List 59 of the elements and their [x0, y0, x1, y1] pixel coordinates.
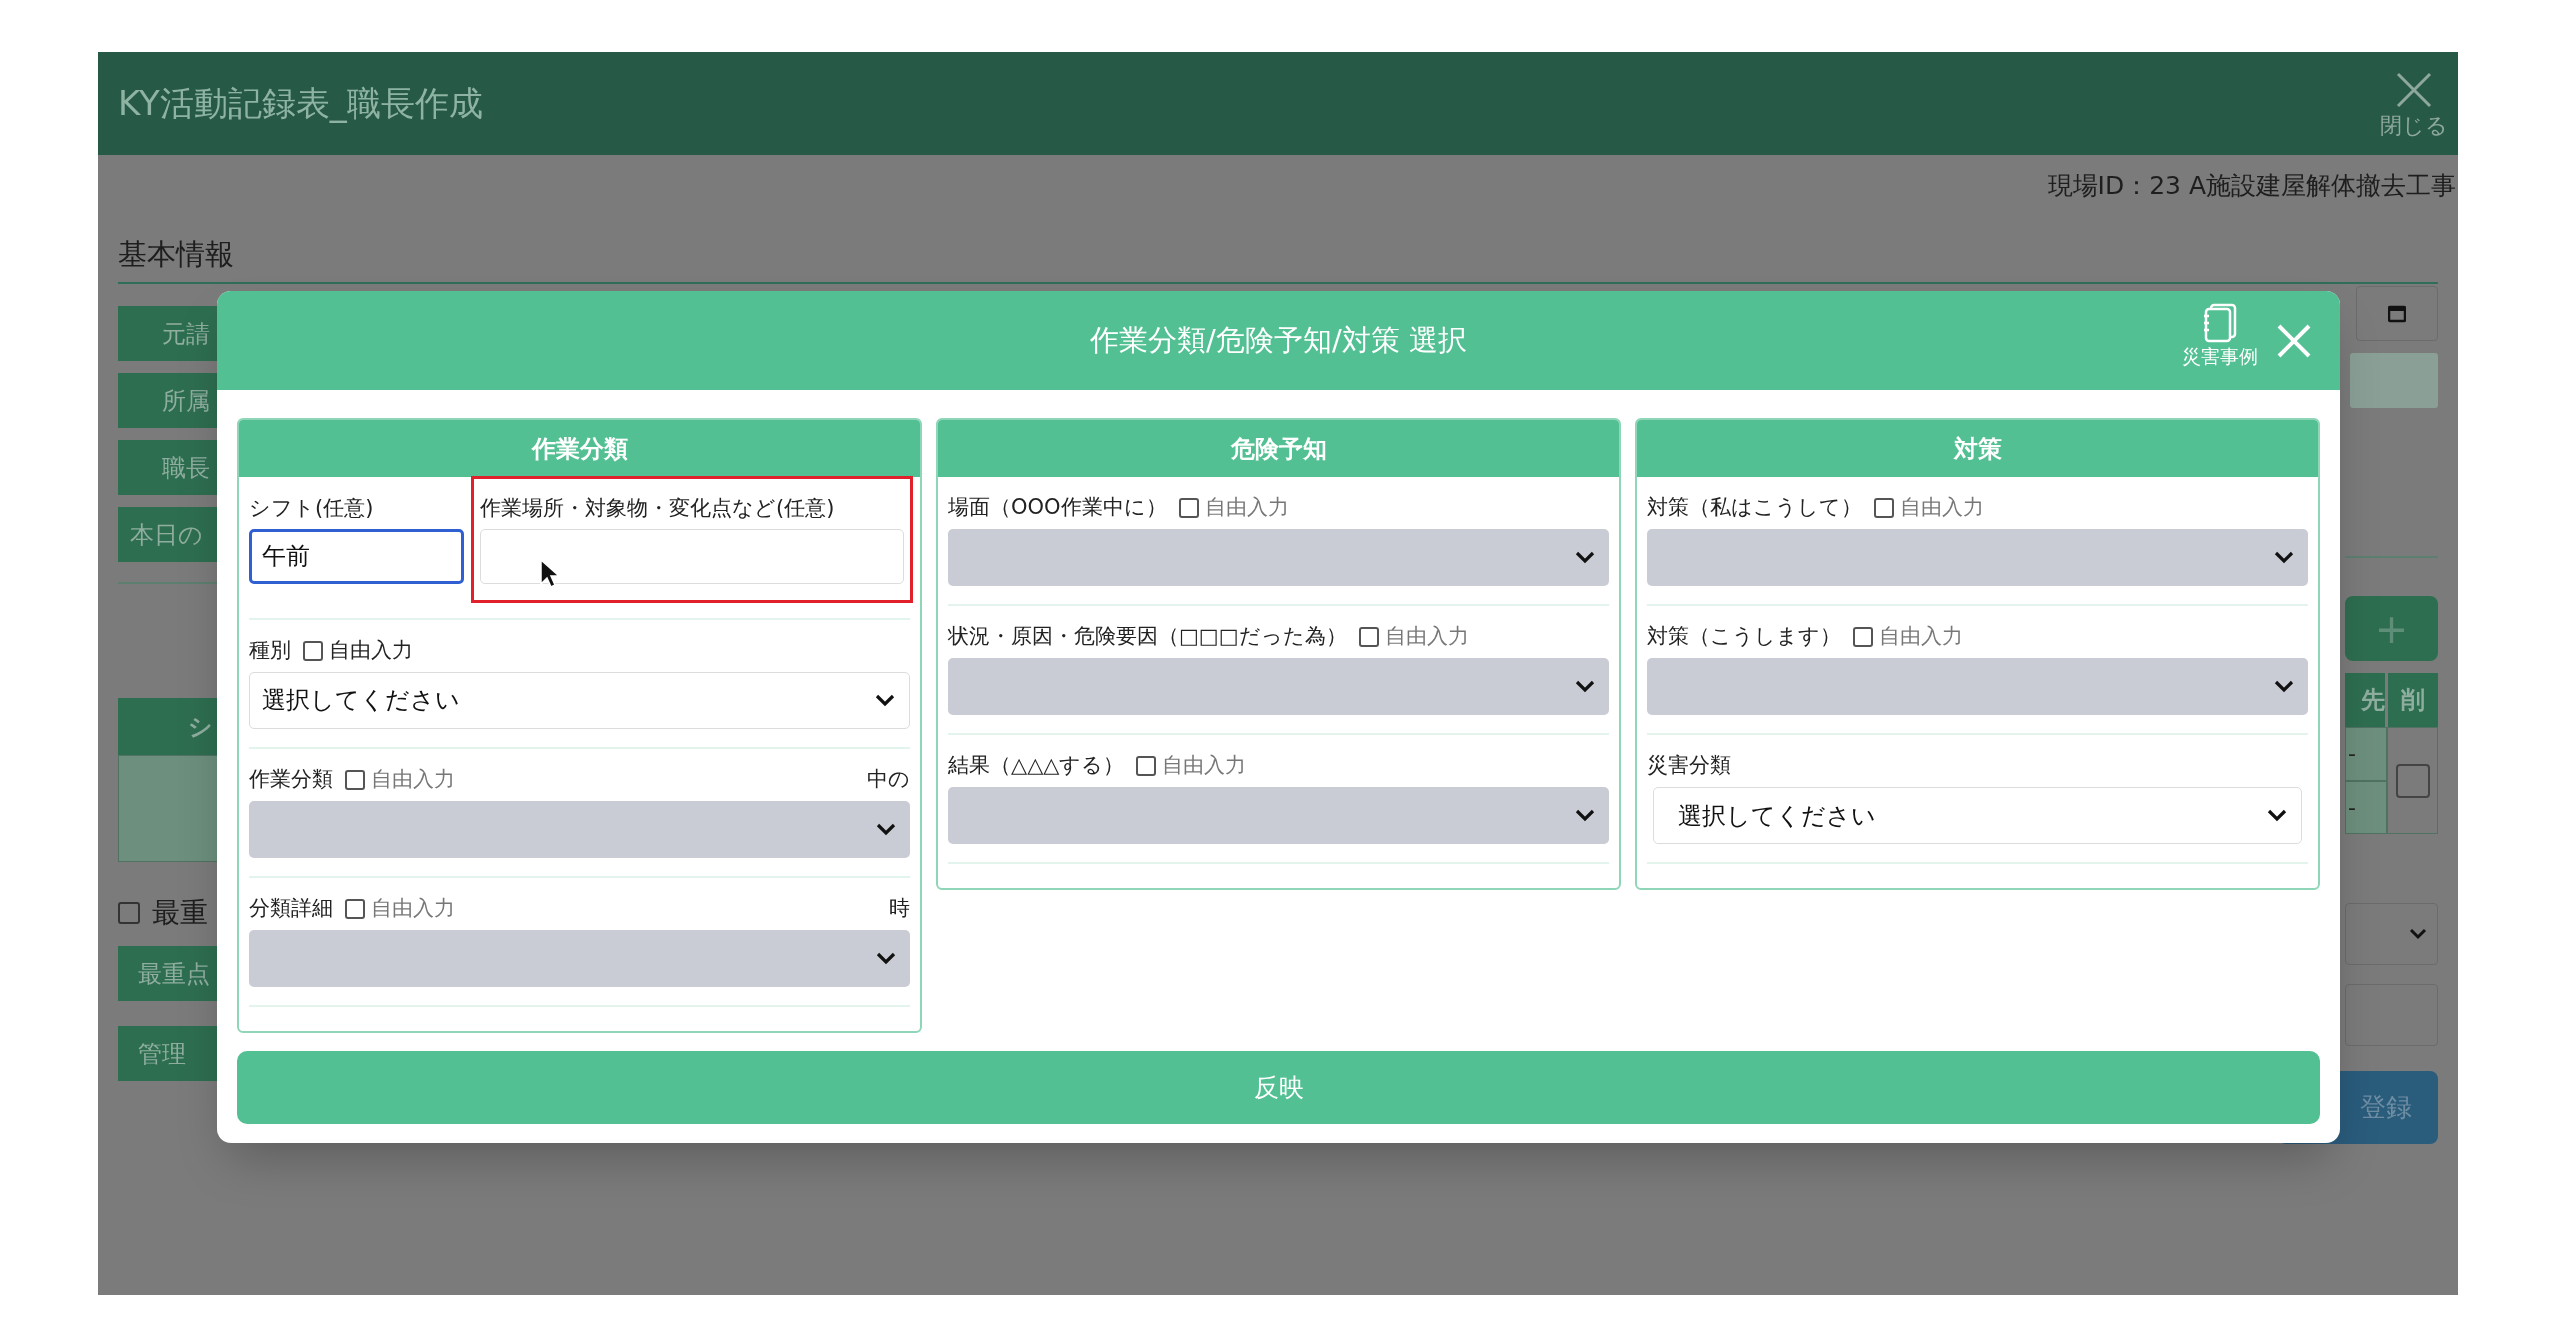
notebook-icon — [2202, 303, 2238, 343]
field-label: 作業場所・対象物・変化点など(任意) — [480, 495, 836, 522]
close-button[interactable]: 閉じる — [2380, 70, 2448, 137]
checkbox-label: 自由入力 — [329, 636, 413, 664]
chevron-down-icon — [876, 822, 896, 836]
field-label: 作業分類 — [249, 765, 333, 793]
field-label: 対策（私はこうして） — [1647, 494, 1862, 522]
chevron-down-icon — [1575, 551, 1595, 564]
checkbox-label: 自由入力 — [371, 894, 455, 922]
chevron-down-icon — [875, 693, 895, 707]
app-title: KY活動記録表_職長作成 — [118, 82, 483, 125]
column-heading: 対策 — [1637, 420, 2318, 477]
section-title: 基本情報 — [118, 236, 234, 271]
dropdown[interactable]: 選択してください — [1653, 787, 2302, 844]
case-examples-button[interactable]: 災害事例 — [2182, 303, 2258, 366]
column-heading: 作業分類 — [239, 420, 920, 477]
side-note: 時 — [889, 894, 910, 922]
checkbox-label: 自由入力 — [1879, 623, 1963, 651]
field-label: 状況・原因・危険要因（□□□だった為） — [948, 623, 1347, 651]
chevron-down-icon — [2274, 551, 2294, 564]
table-header: 削 — [2388, 673, 2438, 727]
chevron-down-icon — [876, 951, 896, 965]
date-field[interactable] — [2356, 286, 2438, 341]
input-field[interactable]: 午前 — [249, 528, 464, 584]
chevron-down-icon — [2267, 809, 2287, 822]
checkbox-label: 自由入力 — [1900, 494, 1984, 522]
site-id: 現場ID：23 A施設建屋解体撤去工事 — [2047, 170, 2456, 202]
checkbox[interactable] — [118, 902, 140, 924]
field-label: 種別 — [249, 636, 291, 664]
apply-button[interactable]: 反映 — [237, 1051, 2320, 1124]
close-icon — [2395, 70, 2433, 109]
close-icon — [2276, 323, 2312, 359]
add-button[interactable]: + — [2345, 596, 2438, 661]
table-cell: - — [2345, 780, 2387, 834]
table-cell: - — [2345, 727, 2387, 781]
field-label: 分類詳細 — [249, 894, 333, 922]
table-header: 先 — [2345, 673, 2385, 727]
chevron-down-icon — [2409, 928, 2427, 940]
checkbox[interactable] — [2395, 763, 2430, 798]
field-label: 結果（△△△する） — [948, 752, 1125, 780]
chevron-down-icon — [1575, 680, 1595, 693]
field-label: 対策（こうします） — [1647, 623, 1841, 651]
mouse-cursor-icon — [540, 559, 560, 589]
checkbox-label: 自由入力 — [371, 765, 455, 793]
checkbox-label: 自由入力 — [1204, 494, 1289, 522]
checkbox-label: 自由入力 — [1162, 752, 1247, 780]
checkbox[interactable] — [303, 640, 323, 661]
checkbox-label: 最重 — [152, 895, 208, 931]
modal-title: 作業分類/危険予知/対策 選択 — [1090, 321, 1467, 359]
chevron-down-icon — [2274, 680, 2294, 693]
side-note: 中の — [867, 765, 910, 793]
field-label: シフト(任意) — [249, 495, 375, 522]
checkbox-label: 自由入力 — [1384, 623, 1469, 651]
chevron-down-icon — [1575, 809, 1595, 822]
field-label: 災害分類 — [1647, 752, 1731, 780]
column-heading: 危険予知 — [938, 420, 1619, 477]
calendar-icon — [2388, 304, 2406, 323]
field-label: 場面（OOO作業中に） — [948, 494, 1167, 522]
dropdown[interactable]: 選択してください — [249, 671, 910, 729]
